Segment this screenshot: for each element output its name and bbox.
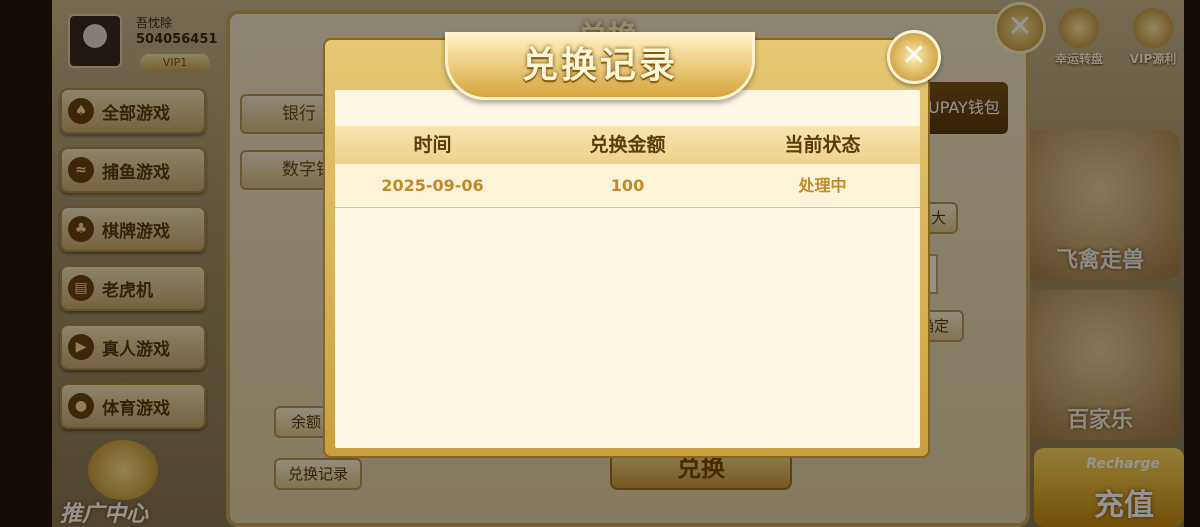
table-row[interactable]: 2025-09-06 100 处理中 — [335, 164, 920, 208]
cell-amount: 100 — [610, 176, 645, 195]
exchange-records-modal: 时间 兑换金额 当前状态 2025-09-06 100 处理中 — [323, 38, 930, 458]
cell-time: 2025-09-06 — [381, 176, 484, 195]
modal-title: 兑换记录 — [521, 45, 678, 86]
column-time: 时间 — [413, 134, 452, 156]
records-table: 时间 兑换金额 当前状态 2025-09-06 100 处理中 — [335, 126, 920, 208]
column-status: 当前状态 — [784, 134, 861, 156]
column-amount: 兑换金额 — [589, 134, 666, 156]
close-icon: ✕ — [901, 38, 927, 73]
table-header: 时间 兑换金额 当前状态 — [335, 126, 920, 164]
modal-title-banner: 兑换记录 — [445, 32, 755, 100]
records-table-area: 时间 兑换金额 当前状态 2025-09-06 100 处理中 — [335, 90, 920, 448]
modal-close-button[interactable]: ✕ — [887, 30, 941, 84]
cell-status: 处理中 — [798, 176, 847, 195]
